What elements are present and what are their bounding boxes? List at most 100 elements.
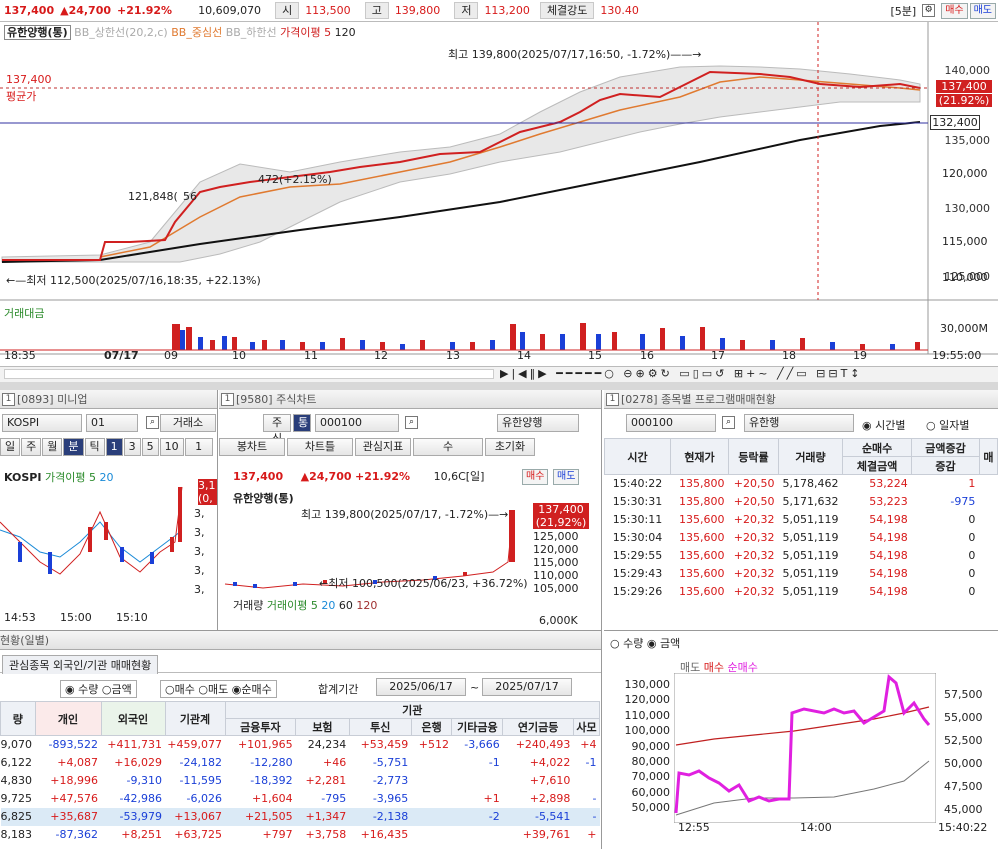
table-row[interactable]: 15:29:26 135,600 +20,32 5,051,119 54,198 0 — [605, 583, 998, 601]
table-row[interactable]: 6,122 +4,087 +16,029 -24,182 -12,280 +46 -5,75… — [1, 754, 600, 772]
chart-toolbar-icons[interactable]: ▶|◀‖▶ ━━━━━○ ⊖⊕⚙↻ ▭▯▭↺ ⊞+~ ╱╱▭ ⊟⊟T↕ — [500, 367, 863, 380]
date-from[interactable]: 2025/06/17 — [376, 678, 466, 696]
stock-buy-button[interactable]: 매수 — [522, 469, 549, 485]
stock-last-pct: (21,92%) — [533, 516, 589, 529]
table-row[interactable]: 15:30:04 135,600 +20,32 5,051,119 54,198 0 — [605, 529, 998, 547]
y-tick: 3, — [194, 583, 205, 596]
table-cell: +4,022 — [529, 756, 571, 769]
strength-label: 체결강도 — [539, 2, 595, 19]
table-cell: 53,223 — [869, 495, 908, 508]
table-row[interactable]: 15:30:11 135,600 +20,32 5,051,119 54,198 0 — [605, 511, 998, 529]
table-row[interactable]: 15:30:31 135,800 +20,50 5,171,632 53,223 -975 — [605, 493, 998, 511]
gear-icon[interactable]: ⚙ — [922, 4, 936, 17]
radio-date[interactable]: ○ 일자별 — [926, 417, 969, 433]
tab-minute[interactable]: 분 — [63, 438, 84, 456]
program-chart-radios[interactable]: ○ 수량 ◉ 금액 — [610, 635, 680, 651]
table-row[interactable]: 6,825 +35,687 -53,979 +13,067 +21,505 +1,347 -… — [0, 807, 600, 826]
y-tick: 120,000 — [533, 543, 579, 556]
reset-button[interactable]: 초기화 — [485, 438, 535, 456]
table-row[interactable]: 8,183 -87,362 +8,251 +63,725 +797 +3,758 +16,4… — [1, 826, 600, 844]
y-tick: 135,000 — [944, 134, 991, 147]
table-cell: +21,505 — [244, 810, 293, 823]
program-name-field[interactable]: 유한행 — [744, 414, 854, 432]
market-select[interactable]: 거래소 — [160, 414, 216, 432]
sell-button[interactable]: 매도 — [969, 2, 996, 19]
stock-name-field[interactable]: 유한양행 — [497, 414, 579, 432]
volume-axis-label: 30,000M — [940, 322, 988, 335]
table-row[interactable]: 9,070 -893,522 +411,731 +459,077 +101,965 24,… — [1, 736, 600, 754]
table-cell: 15:40:22 — [612, 477, 663, 491]
tab-interest-investor[interactable]: 관심종목 외국인/기관 매매현황 — [2, 655, 159, 674]
code-field[interactable]: 01 — [86, 414, 138, 432]
program-code-field[interactable]: 000100 — [626, 414, 716, 432]
radio-sell[interactable]: 매도 — [208, 683, 228, 696]
index-select[interactable]: KOSPI — [2, 414, 82, 432]
col-bank: 은행 — [410, 718, 453, 736]
radio-buy[interactable]: 매수 — [175, 683, 195, 696]
indicator-button[interactable]: 관심지표 — [355, 438, 411, 456]
mini-chart-svg[interactable] — [0, 482, 190, 602]
table-cell: +47,576 — [50, 792, 98, 805]
x-tick: 12:55 — [678, 821, 710, 834]
period-selector[interactable]: [5분] — [890, 3, 916, 19]
program-table: 시간 현재가 등락률 거래량 순매수 금액증감 매 체결금액 증감 15:40:… — [604, 438, 998, 601]
table-cell: 0 — [968, 567, 976, 580]
stock-sell-button[interactable]: 매도 — [553, 469, 580, 485]
y-tick: 50,000 — [631, 801, 671, 815]
tab-tick[interactable]: 틱 — [84, 438, 105, 456]
tab-10[interactable]: 10 — [159, 438, 184, 456]
low-value: 113,200 — [484, 4, 530, 17]
x-tick: 15:10 — [116, 611, 148, 624]
tab-integrated[interactable]: 통 — [293, 414, 311, 432]
scroll-track[interactable] — [4, 369, 494, 379]
search-icon[interactable]: ⌕ — [722, 416, 735, 429]
tab-5[interactable]: 5 — [141, 438, 159, 456]
table-cell: - — [592, 810, 597, 823]
table-cell: -87,362 — [55, 828, 98, 841]
volume: 10,609,070 — [198, 4, 262, 17]
tab-day[interactable]: 일 — [0, 438, 21, 456]
date-to[interactable]: 2025/07/17 — [482, 678, 572, 696]
tab-1[interactable]: 1 — [105, 438, 123, 456]
table-cell: 5,051,119 — [782, 585, 839, 598]
table-row[interactable]: 15:29:43 135,600 +20,32 5,051,119 54,198 0 — [605, 565, 998, 583]
stock-search-row: 주식 통 000100 ⌕ 유한양행 — [219, 414, 601, 445]
type-radio-group[interactable]: ○매수 ○매도 ◉순매수 — [160, 680, 277, 698]
table-cell: -1 — [585, 756, 597, 769]
count-button[interactable]: 수 — [413, 438, 483, 456]
volume-title: 거래대금 — [4, 307, 45, 320]
table-row[interactable]: 4,830 +18,996 -9,310 -11,595 -18,392 +2,281 -2… — [1, 772, 600, 790]
search-icon[interactable]: ⌕ — [146, 416, 159, 429]
chart-frame-button[interactable]: 차트틀 — [287, 438, 353, 456]
table-cell: 54,198 — [869, 549, 908, 562]
avg-price-label: 평균가 — [6, 90, 37, 103]
buy-button[interactable]: 매수 — [941, 2, 968, 19]
unit-radio-group[interactable]: ◉ 수량 ○금액 — [60, 680, 137, 698]
radio-qty[interactable]: 수량 — [623, 637, 643, 650]
radio-date-label: 일자별 — [939, 419, 970, 432]
program-chart-svg[interactable] — [674, 673, 936, 823]
radio-qty[interactable]: 수량 — [78, 683, 98, 696]
chart-scrollbar[interactable]: ▶|◀‖▶ ━━━━━○ ⊖⊕⚙↻ ▭▯▭↺ ⊞+~ ╱╱▭ ⊟⊟T↕ — [0, 366, 998, 382]
table-row[interactable]: 15:40:22 135,800 +20,50 5,178,462 53,224 1 — [605, 475, 998, 493]
stock-code-field[interactable]: 000100 — [315, 414, 399, 432]
radio-time[interactable]: ◉ 시간별 — [862, 417, 905, 433]
high-value: 139,800 — [394, 4, 441, 17]
table-row[interactable]: 9,725 +47,576 -42,986 -6,026 +1,604 -795 -3,96… — [1, 790, 600, 808]
tab-week[interactable]: 주 — [21, 438, 42, 456]
tab-trade[interactable]: 주식 — [263, 414, 291, 445]
stock-period[interactable]: 10,6C[일] — [434, 470, 485, 483]
radio-amount[interactable]: 금액 — [111, 683, 131, 696]
interval-select[interactable]: 1 — [184, 438, 213, 456]
radio-netbuy[interactable]: 순매수 — [241, 683, 271, 696]
radio-amount[interactable]: 금액 — [660, 637, 680, 650]
table-cell: -2,773 — [372, 774, 409, 787]
tab-3[interactable]: 3 — [123, 438, 141, 456]
table-row[interactable]: 15:29:55 135,600 +20,32 5,051,119 54,198 0 — [605, 547, 998, 565]
table-cell: 5,051,119 — [782, 549, 839, 562]
search-icon[interactable]: ⌕ — [405, 416, 418, 429]
y-tick: 70,000 — [631, 770, 671, 784]
combo-select[interactable]: 금액증감 — [911, 438, 980, 457]
candle-chart-button[interactable]: 봉차트 — [219, 438, 285, 456]
tab-month[interactable]: 월 — [42, 438, 63, 456]
